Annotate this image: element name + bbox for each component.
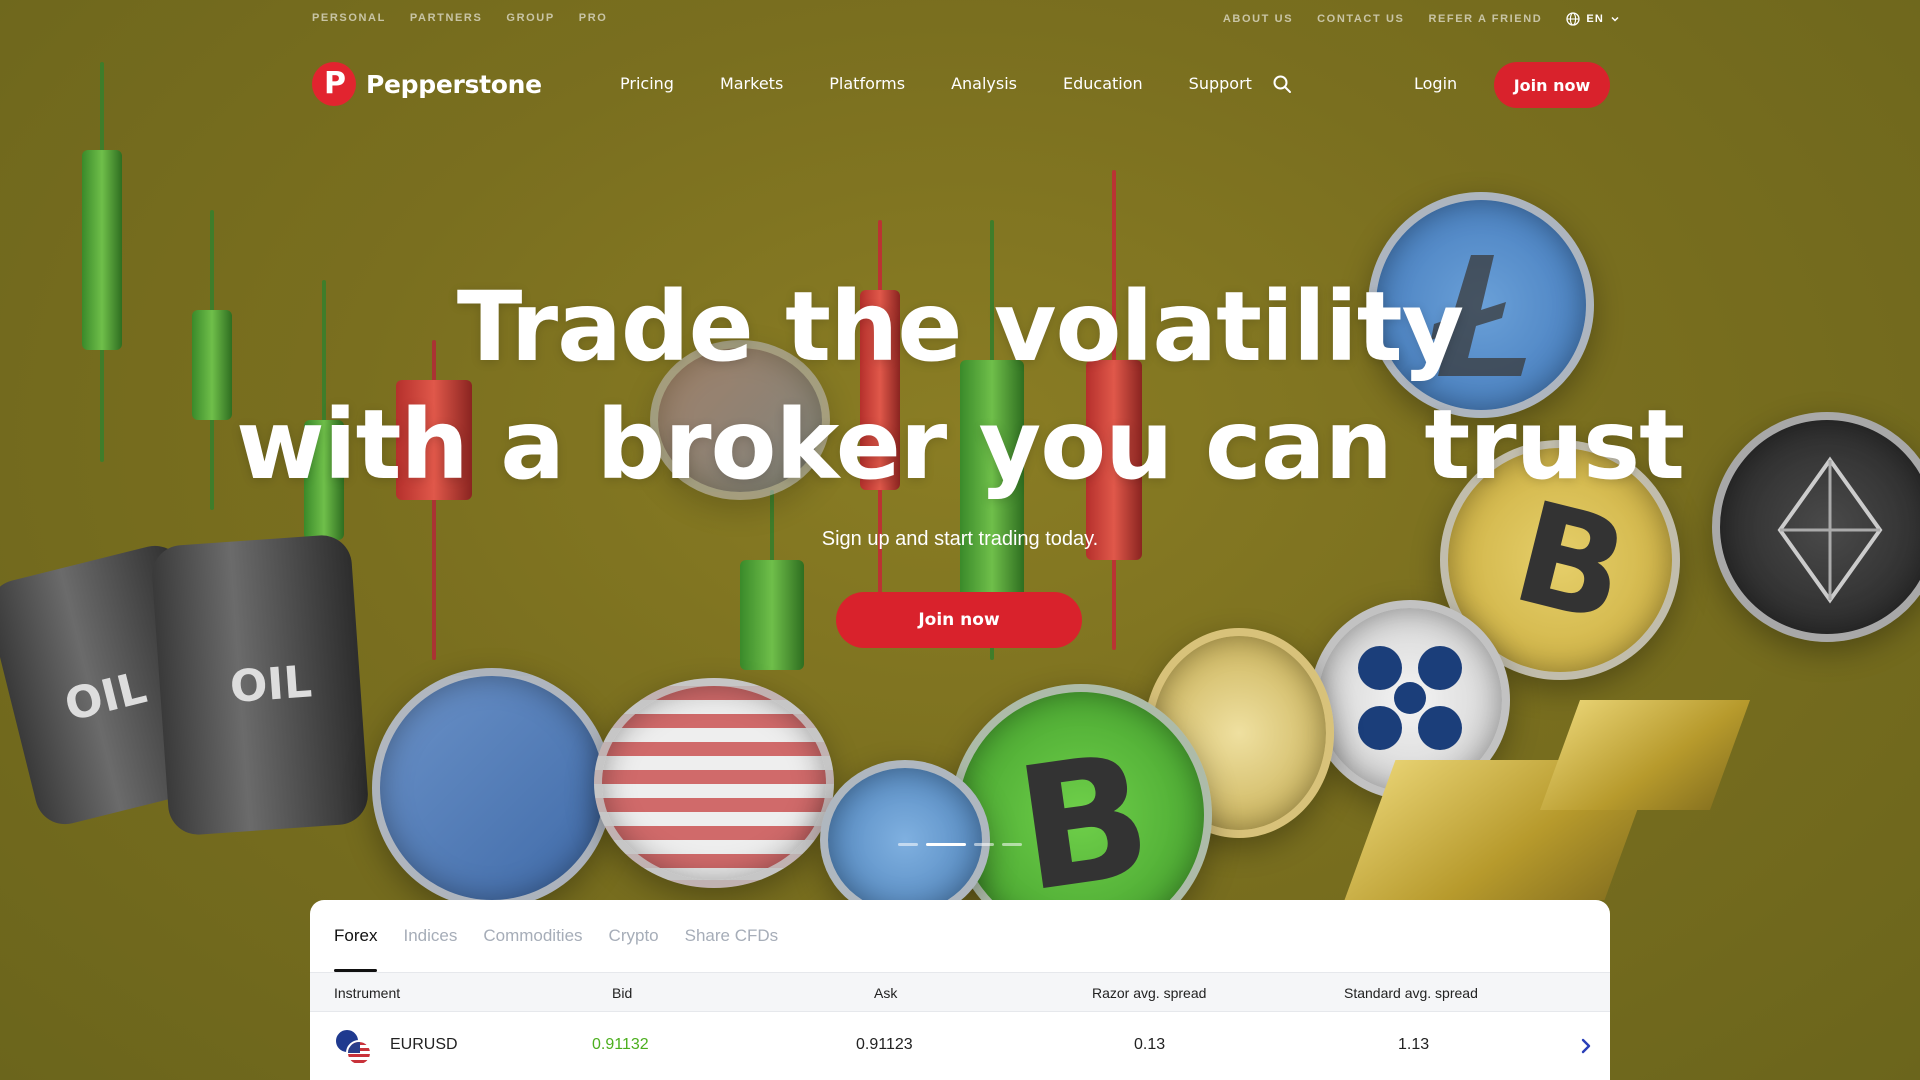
hero-headline-line-1: Trade the volatility bbox=[456, 271, 1464, 383]
brand-name: Pepperstone bbox=[366, 69, 542, 99]
audience-links: PERSONAL PARTNERS GROUP PRO bbox=[312, 12, 607, 24]
us-flag-icon bbox=[346, 1040, 372, 1066]
table-row[interactable]: EURUSD 0.91132 0.91123 0.13 1.13 bbox=[310, 1012, 1610, 1080]
nav-item-pricing[interactable]: Pricing bbox=[620, 74, 674, 93]
personal-link[interactable]: PERSONAL bbox=[312, 12, 386, 24]
refer-a-friend-link[interactable]: REFER A FRIEND bbox=[1428, 13, 1542, 25]
carousel-dot-1[interactable] bbox=[898, 843, 918, 846]
instrument-name: EURUSD bbox=[390, 1036, 458, 1053]
nav-item-analysis[interactable]: Analysis bbox=[951, 74, 1017, 93]
oil-barrel: OIL bbox=[150, 533, 370, 837]
main-navigation: P Pepperstone Pricing Markets Platforms … bbox=[0, 56, 1920, 112]
company-links: ABOUT US CONTACT US REFER A FRIEND EN bbox=[1223, 12, 1620, 26]
tab-crypto[interactable]: Crypto bbox=[609, 900, 659, 972]
carousel-dot-4[interactable] bbox=[1002, 843, 1022, 846]
ask-price: 0.91123 bbox=[856, 1036, 913, 1053]
oil-barrel-label: OIL bbox=[59, 662, 152, 732]
tab-forex[interactable]: Forex bbox=[334, 900, 378, 972]
column-ask: Ask bbox=[874, 985, 898, 1001]
nav-item-education[interactable]: Education bbox=[1063, 74, 1143, 93]
usa-flag-coin bbox=[594, 678, 834, 888]
standard-spread-value: 1.13 bbox=[1398, 1036, 1430, 1053]
nav-item-markets[interactable]: Markets bbox=[720, 74, 783, 93]
tab-share-cfds[interactable]: Share CFDs bbox=[685, 900, 779, 972]
column-instrument: Instrument bbox=[334, 985, 401, 1001]
group-link[interactable]: GROUP bbox=[506, 12, 554, 24]
price-panel: Forex Indices Commodities Crypto Share C… bbox=[310, 900, 1610, 1080]
carousel-dot-3[interactable] bbox=[974, 843, 994, 846]
razor-spread-value: 0.13 bbox=[1134, 1036, 1166, 1053]
eurusd-flags-icon bbox=[334, 1028, 374, 1068]
pepperstone-logo-icon: P bbox=[312, 62, 356, 106]
australia-flag-coin bbox=[372, 668, 612, 908]
chevron-down-icon bbox=[1611, 16, 1619, 22]
column-razor-spread: Razor avg. spread bbox=[1092, 985, 1207, 1001]
candlestick bbox=[740, 560, 804, 670]
oil-barrel-label: OIL bbox=[228, 656, 314, 714]
login-link[interactable]: Login bbox=[1414, 74, 1457, 93]
carousel-indicators bbox=[898, 843, 1022, 846]
join-now-button-header[interactable]: Join now bbox=[1494, 62, 1610, 108]
pepperstone-logo[interactable]: P Pepperstone bbox=[312, 62, 542, 106]
language-code: EN bbox=[1586, 13, 1604, 25]
bid-price: 0.91132 bbox=[592, 1036, 649, 1053]
utility-bar: PERSONAL PARTNERS GROUP PRO ABOUT US CON… bbox=[0, 0, 1920, 36]
hero-subline: Sign up and start trading today. bbox=[821, 528, 1099, 550]
partners-link[interactable]: PARTNERS bbox=[410, 12, 483, 24]
chevron-right-icon[interactable] bbox=[1576, 1036, 1596, 1056]
price-table-header: Instrument Bid Ask Razor avg. spread Sta… bbox=[310, 972, 1610, 1012]
tab-commodities[interactable]: Commodities bbox=[483, 900, 582, 972]
nav-item-support[interactable]: Support bbox=[1189, 74, 1252, 93]
pro-link[interactable]: PRO bbox=[579, 12, 608, 24]
euro-flag-coin bbox=[820, 760, 990, 920]
column-bid: Bid bbox=[612, 985, 633, 1001]
nav-item-platforms[interactable]: Platforms bbox=[829, 74, 905, 93]
contact-us-link[interactable]: CONTACT US bbox=[1317, 13, 1404, 25]
svg-text:B: B bbox=[1006, 717, 1162, 931]
column-standard-spread: Standard avg. spread bbox=[1344, 985, 1478, 1001]
about-us-link[interactable]: ABOUT US bbox=[1223, 13, 1293, 25]
carousel-dot-2[interactable] bbox=[926, 843, 966, 846]
search-icon[interactable] bbox=[1272, 74, 1292, 94]
hero-headline: Trade the volatility with a broker you c… bbox=[0, 268, 1920, 504]
market-tabs: Forex Indices Commodities Crypto Share C… bbox=[334, 900, 778, 972]
language-selector[interactable]: EN bbox=[1566, 12, 1620, 26]
globe-icon bbox=[1566, 12, 1580, 26]
join-now-button-hero[interactable]: Join now bbox=[836, 592, 1082, 648]
hero-headline-line-2: with a broker you can trust bbox=[236, 389, 1685, 501]
nav-menu: Pricing Markets Platforms Analysis Educa… bbox=[620, 74, 1252, 93]
tab-indices[interactable]: Indices bbox=[403, 900, 457, 972]
gold-bar bbox=[1539, 700, 1751, 810]
